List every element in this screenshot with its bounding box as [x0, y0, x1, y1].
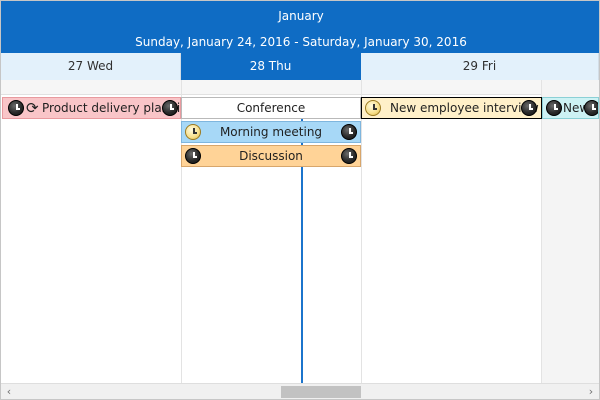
clock-icon — [162, 100, 178, 116]
all-day-area[interactable] — [1, 80, 599, 95]
clock-icon — [584, 100, 598, 116]
clock-icon — [365, 100, 381, 116]
clock-icon — [521, 100, 537, 116]
scroll-left-button[interactable]: ‹ — [1, 384, 17, 399]
scroll-right-button[interactable]: › — [583, 384, 599, 399]
appointment-subject: Discussion — [239, 149, 303, 163]
appointment-subject: New employee interview — [390, 101, 539, 115]
appointment-subject: Product delivery planning — [42, 101, 181, 115]
day-header-28-thu[interactable]: 28 Thu — [181, 53, 361, 80]
clock-icon — [341, 124, 357, 140]
appointment-morning-meeting[interactable]: Morning meeting — [181, 121, 361, 143]
recurrence-icon: ⟳ — [26, 99, 39, 117]
scrollbar-thumb[interactable] — [281, 386, 361, 398]
appointment-new-employee-interview[interactable]: New employee interview — [361, 97, 542, 119]
day-header-27-wed[interactable]: 27 Wed — [1, 53, 181, 80]
appointment-subject: Morning meeting — [219, 125, 323, 139]
appointment-product-delivery-planning[interactable]: ⟳ Product delivery planning — [2, 97, 181, 119]
appointment-new[interactable]: New — [542, 97, 599, 119]
appointment-discussion[interactable]: Discussion — [181, 145, 361, 167]
month-header: January — [1, 1, 599, 31]
clock-icon — [341, 148, 357, 164]
scheduler-control: January Sunday, January 24, 2016 - Satur… — [0, 0, 600, 400]
week-range-header: Sunday, January 24, 2016 - Saturday, Jan… — [1, 31, 599, 53]
horizontal-scrollbar[interactable]: ‹ › — [1, 383, 599, 399]
appointment-subject: Conference — [236, 101, 306, 115]
clock-icon — [8, 100, 24, 116]
column-divider — [541, 80, 542, 383]
appointment-conference[interactable]: Conference — [181, 97, 361, 119]
column-divider — [361, 80, 362, 383]
day-header-29-fri[interactable]: 29 Fri — [361, 53, 599, 80]
next-day-column[interactable] — [542, 80, 599, 383]
clock-icon — [546, 100, 562, 116]
